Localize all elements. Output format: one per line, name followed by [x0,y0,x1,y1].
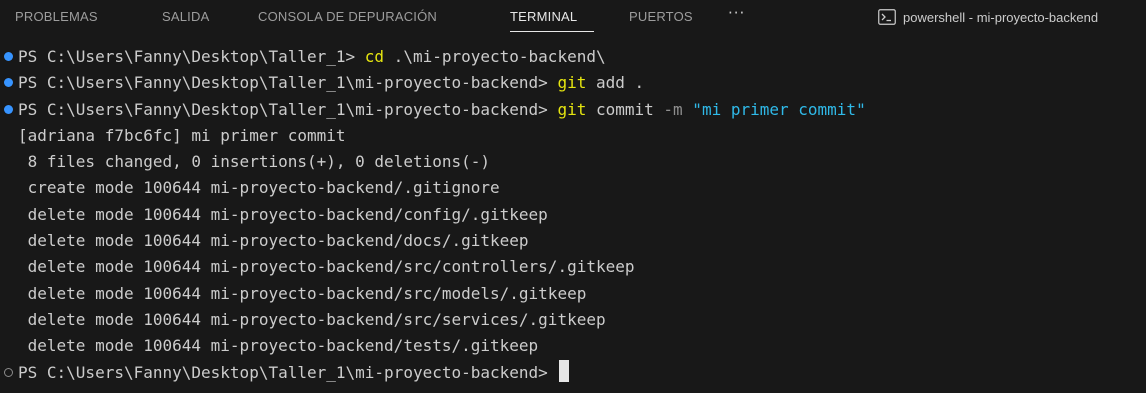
output-line: delete mode 100644 mi-proyecto-backend/s… [18,283,587,303]
terminal-cursor [559,359,570,382]
output-line: create mode 100644 mi-proyecto-backend/.… [18,178,500,198]
tab-puertos[interactable]: PUERTOS [629,9,693,25]
output-line: delete mode 100644 mi-proyecto-backend/c… [18,204,548,224]
command-string: "mi primer commit" [682,99,866,119]
command-name: git [557,99,587,119]
terminal-line: PS C:\Users\Fanny\Desktop\Taller_1\mi-pr… [0,359,1146,386]
output-line: [adriana f7bc6fc] mi primer commit [18,125,346,145]
output-line: delete mode 100644 mi-proyecto-backend/s… [18,257,635,277]
terminal-line: PS C:\Users\Fanny\Desktop\Taller_1\mi-pr… [0,97,1146,123]
command-success-decoration-icon[interactable] [4,52,13,61]
active-tab-indicator [510,31,594,32]
terminal-name: powershell - mi-proyecto-backend [903,9,1099,25]
command-name: cd [364,47,385,66]
output-line: delete mode 100644 mi-proyecto-backend/d… [18,231,529,251]
terminal-powershell-icon [878,9,896,25]
output-line: delete mode 100644 mi-proyecto-backend/s… [18,309,606,329]
output-line: 8 files changed, 0 insertions(+), 0 dele… [18,152,491,172]
tab-problemas[interactable]: PROBLEMAS [15,9,98,25]
command-flag: -m [663,99,683,119]
terminal-line: PS C:\Users\Fanny\Desktop\Taller_1\mi-pr… [0,70,1146,96]
terminal-output[interactable]: PS C:\Users\Fanny\Desktop\Taller_1> cd .… [0,44,1146,386]
terminal-panel: PROBLEMAS SALIDA CONSOLA DE DEPURACIÓN T… [0,0,1146,393]
tab-terminal[interactable]: TERMINAL [510,9,577,25]
command-success-decoration-icon[interactable] [4,104,13,114]
prompt: PS C:\Users\Fanny\Desktop\Taller_1\mi-pr… [18,73,558,93]
command-success-decoration-icon[interactable] [4,78,13,88]
command-pending-decoration-icon[interactable] [4,367,13,377]
command-args: commit [586,99,664,119]
command-args: add . [586,73,645,93]
tab-salida[interactable]: SALIDA [162,9,209,25]
command-name: git [557,73,587,93]
command-args: .\mi-proyecto-backend\ [384,47,606,66]
more-actions-button[interactable]: ··· [728,4,745,22]
terminal-line: PS C:\Users\Fanny\Desktop\Taller_1> cd .… [0,44,1146,70]
tab-consola-depuracion[interactable]: CONSOLA DE DEPURACIÓN [258,9,437,25]
panel-tab-bar: PROBLEMAS SALIDA CONSOLA DE DEPURACIÓN T… [0,0,1146,36]
output-line: delete mode 100644 mi-proyecto-backend/t… [18,336,539,356]
terminal-instance-label[interactable]: powershell - mi-proyecto-backend [878,7,1098,27]
prompt: PS C:\Users\Fanny\Desktop\Taller_1> [18,47,365,66]
prompt: PS C:\Users\Fanny\Desktop\Taller_1\mi-pr… [18,99,558,119]
prompt: PS C:\Users\Fanny\Desktop\Taller_1\mi-pr… [18,362,558,382]
